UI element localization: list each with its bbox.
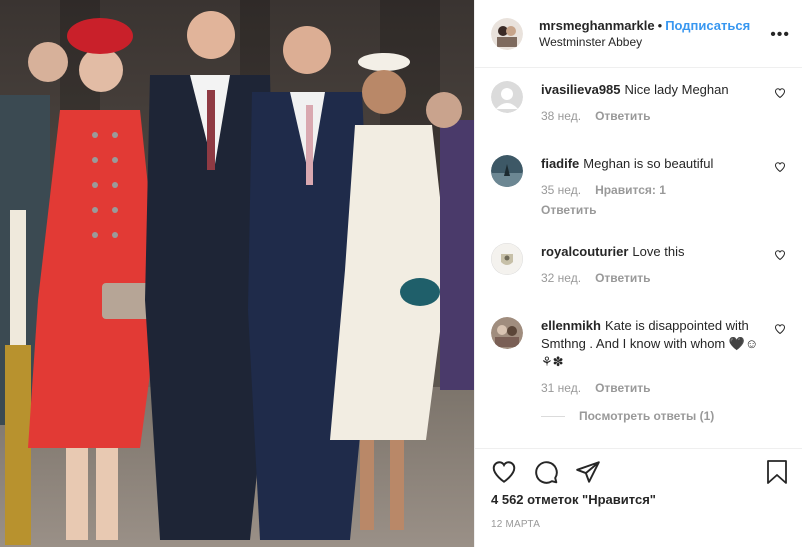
post-photo[interactable]	[0, 0, 474, 547]
comment-avatar[interactable]	[491, 243, 523, 275]
comment-username[interactable]: ellenmikh	[541, 318, 601, 333]
share-icon[interactable]	[575, 459, 601, 485]
follow-button[interactable]: Подписаться	[665, 18, 750, 33]
comment-meta: 38 нед. Ответить	[541, 107, 761, 125]
more-horizontal-icon[interactable]: •••	[770, 26, 790, 44]
view-replies-label: Посмотреть ответы (1)	[579, 409, 715, 423]
instagram-post: mrsmeghanmarkle • Подписаться Westminster …	[0, 0, 802, 547]
comment-text: Meghan is so beautiful	[583, 156, 714, 171]
reply-button[interactable]: Ответить	[595, 271, 650, 285]
comment-username[interactable]: ivasilieva985	[541, 82, 621, 97]
comment-text: Love this	[632, 244, 685, 259]
author-avatar[interactable]	[491, 17, 523, 50]
comment-meta: Ответить	[541, 201, 761, 219]
post-date[interactable]: 12 МАРТА	[491, 519, 540, 530]
like-comment-heart-icon[interactable]	[774, 87, 786, 99]
like-comment-heart-icon[interactable]	[774, 161, 786, 173]
view-replies-button[interactable]: Посмотреть ответы (1)	[541, 407, 761, 425]
bookmark-icon[interactable]	[766, 459, 788, 485]
post-header: mrsmeghanmarkle • Подписаться Westminster …	[475, 0, 802, 68]
comment-text: Nice lady Meghan	[624, 82, 729, 97]
comment-username[interactable]: royalcouturier	[541, 244, 628, 259]
heart-icon[interactable]	[491, 459, 517, 485]
comment-age[interactable]: 38 нед.	[541, 109, 581, 123]
likes-count[interactable]: 4 562 отметок "Нравится"	[491, 492, 656, 507]
action-icons-row	[491, 459, 601, 485]
comment-meta: 32 нед. Ответить	[541, 269, 761, 287]
comment-avatar[interactable]	[491, 317, 523, 349]
comment-age[interactable]: 35 нед.	[541, 183, 581, 197]
comment-meta: 31 нед. Ответить	[541, 379, 761, 397]
comment-icon[interactable]	[533, 459, 559, 485]
post-sidebar: mrsmeghanmarkle • Подписаться Westminster …	[474, 0, 802, 547]
replies-divider-line	[541, 415, 565, 417]
comment-meta: 35 нед. Нравится: 1	[541, 181, 761, 199]
comment-likes-count[interactable]: Нравится: 1	[595, 183, 666, 197]
comment-username[interactable]: fiadife	[541, 156, 579, 171]
author-username[interactable]: mrsmeghanmarkle	[539, 18, 655, 33]
separator-dot: •	[657, 17, 663, 33]
comment-age[interactable]: 31 нед.	[541, 381, 581, 395]
like-comment-heart-icon[interactable]	[774, 249, 786, 261]
comment-avatar[interactable]	[491, 81, 523, 113]
comment-avatar[interactable]	[491, 155, 523, 187]
comments-list[interactable]: ivasilieva985 Nice lady Meghan 38 нед. Отв…	[475, 68, 802, 448]
reply-button[interactable]: Ответить	[541, 203, 596, 217]
comment-age[interactable]: 32 нед.	[541, 271, 581, 285]
reply-button[interactable]: Ответить	[595, 109, 650, 123]
people-illustration	[0, 11, 474, 545]
like-comment-heart-icon[interactable]	[774, 323, 786, 335]
reply-button[interactable]: Ответить	[595, 381, 650, 395]
post-actions: 4 562 отметок "Нравится" 12 МАРТА	[475, 448, 802, 530]
post-location[interactable]: Westminster Abbey	[539, 34, 750, 50]
